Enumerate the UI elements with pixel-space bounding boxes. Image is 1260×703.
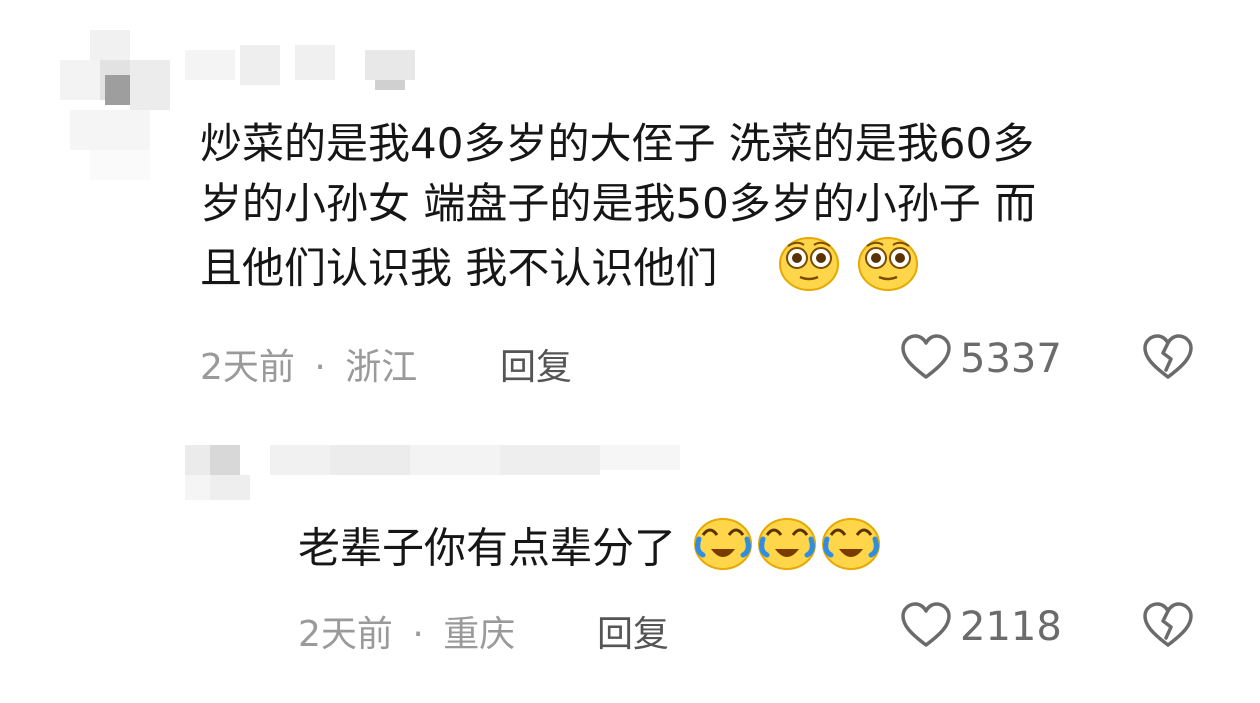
comment-location: 浙江	[345, 347, 418, 388]
comment-text: 炒菜的是我40多岁的大侄子 洗菜的是我60多 岁的小孙女 端盘子的是我50多岁的…	[200, 114, 1036, 294]
broken-heart-icon	[1142, 602, 1194, 652]
comment-line: 老辈子你有点辈分了	[298, 515, 881, 575]
like-count: 2118	[960, 604, 1062, 650]
reply-button[interactable]: 回复	[597, 605, 669, 657]
broken-heart-icon	[1142, 334, 1194, 384]
comment-location: 重庆	[443, 614, 516, 655]
comment-meta: 2天前 · 重庆	[298, 605, 515, 657]
username-blurred[interactable]	[185, 30, 435, 90]
comment-time: 2天前	[200, 347, 295, 388]
reply-comment-text: 老辈子你有点辈分了	[298, 515, 881, 575]
avatar-blurred[interactable]	[50, 20, 180, 180]
meta-separator: ·	[412, 614, 424, 655]
avatar-blurred[interactable]	[185, 430, 265, 510]
like-button[interactable]: 5337	[900, 334, 1062, 384]
crying-laughing-emoji	[693, 515, 753, 587]
comment-line: 岁的小孙女 端盘子的是我50多岁的小孙子 而	[200, 179, 1037, 228]
comment-line: 炒菜的是我40多岁的大侄子 洗菜的是我60多	[200, 119, 1035, 168]
meta-separator: ·	[314, 347, 326, 388]
crying-laughing-emoji	[757, 515, 817, 587]
dislike-button[interactable]	[1142, 602, 1194, 652]
crying-laughing-emoji	[821, 515, 881, 587]
heart-icon	[900, 602, 952, 652]
rolling-eyes-emoji	[857, 234, 919, 308]
rolling-eyes-emoji	[778, 234, 840, 308]
username-blurred[interactable]	[270, 440, 690, 490]
comment-line-last: 且他们认识我 我不认识他们	[200, 234, 1036, 294]
dislike-button[interactable]	[1142, 334, 1194, 384]
like-button[interactable]: 2118	[900, 602, 1062, 652]
comment-meta: 2天前 · 浙江	[200, 338, 417, 390]
like-count: 5337	[960, 336, 1062, 382]
reply-button[interactable]: 回复	[500, 338, 572, 390]
comment-time: 2天前	[298, 614, 393, 655]
heart-icon	[900, 334, 952, 384]
